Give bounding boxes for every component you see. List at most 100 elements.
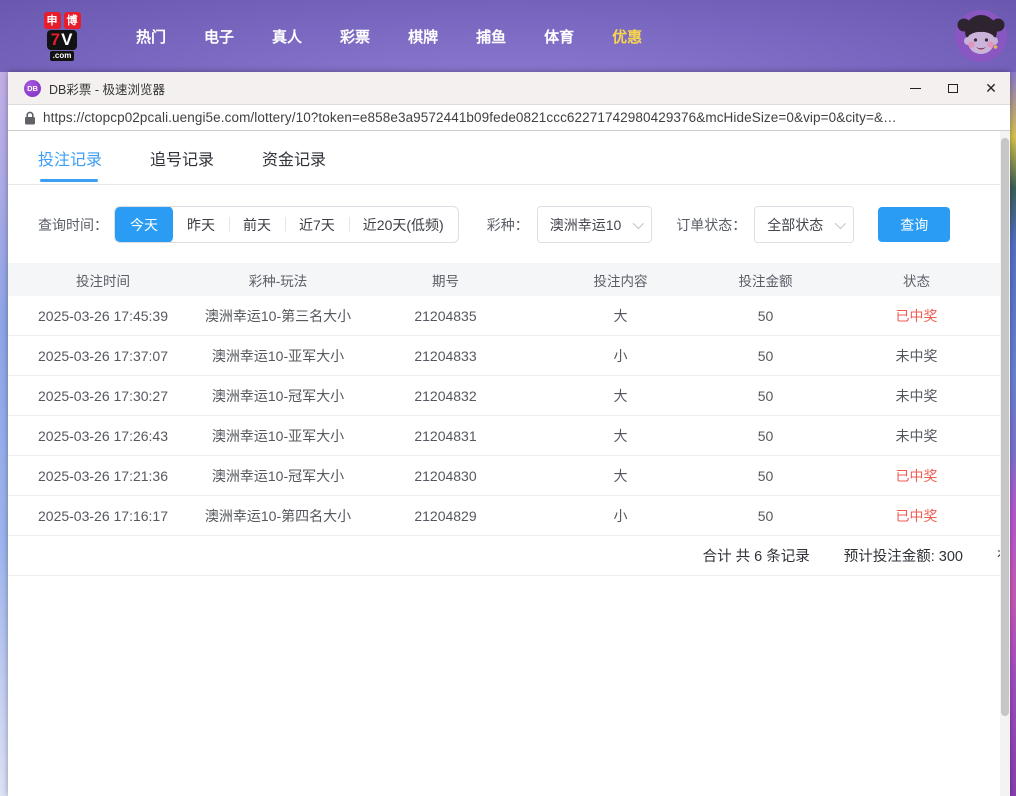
bet-records-table: 投注时间彩种-玩法期号投注内容投注金额状态 2025-03-26 17:45:3… [8, 263, 1010, 576]
status-cell: 未中奖 [823, 426, 1010, 446]
table-cell: 2025-03-26 17:16:17 [8, 508, 198, 524]
table-cell: 大 [533, 386, 708, 406]
column-header-3: 投注内容 [533, 270, 708, 290]
table-cell: 50 [708, 388, 823, 404]
nav-item-6[interactable]: 体育 [525, 16, 593, 57]
tab-label: 投注记录 [38, 146, 102, 170]
tab-bar: 投注记录 追号记录 资金记录 [8, 131, 1010, 185]
table-cell: 澳洲幸运10-冠军大小 [198, 466, 358, 486]
url-text: https://ctopcp02pcali.uengi5e.com/lotter… [43, 110, 897, 125]
table-cell: 小 [533, 346, 708, 366]
tab-bet-records[interactable]: 投注记录 [38, 131, 102, 185]
table-cell: 2025-03-26 17:37:07 [8, 348, 198, 364]
nav-item-4[interactable]: 棋牌 [389, 16, 457, 57]
query-button[interactable]: 查询 [878, 207, 950, 242]
lottery-select[interactable]: 澳洲幸运10 [537, 206, 653, 243]
column-header-0: 投注时间 [8, 270, 198, 290]
table-cell: 50 [708, 308, 823, 324]
scrollbar-thumb[interactable] [1001, 138, 1009, 716]
status-cell: 未中奖 [823, 386, 1010, 406]
table-row: 2025-03-26 17:45:39澳洲幸运10-第三名大小21204835大… [8, 296, 1010, 336]
nav-item-2[interactable]: 真人 [253, 16, 321, 57]
db-favicon: DB [24, 80, 41, 97]
url-bar[interactable]: https://ctopcp02pcali.uengi5e.com/lotter… [8, 104, 1010, 131]
time-filter-group: 今天昨天前天近7天近20天(低频) [114, 206, 459, 243]
backdrop-page-left-edge [0, 72, 8, 796]
nav-item-0[interactable]: 热门 [117, 16, 185, 57]
nav-item-5[interactable]: 捕鱼 [457, 16, 525, 57]
table-cell: 大 [533, 426, 708, 446]
table-cell: 50 [708, 348, 823, 364]
table-row: 2025-03-26 17:26:43澳洲幸运10-亚军大小21204831大5… [8, 416, 1010, 456]
window-titlebar[interactable]: DB DB彩票 - 极速浏览器 ✕ [8, 72, 1010, 104]
window-title: DB彩票 - 极速浏览器 [49, 79, 165, 98]
table-row: 2025-03-26 17:37:07澳洲幸运10-亚军大小21204833小5… [8, 336, 1010, 376]
table-cell: 大 [533, 466, 708, 486]
time-option-2[interactable]: 前天 [229, 206, 285, 243]
summary-expected-amount: 预计投注金额: 300 [844, 545, 963, 566]
status-cell: 已中奖 [823, 506, 1010, 526]
logo-com: .com [50, 51, 75, 61]
tab-fund-records[interactable]: 资金记录 [262, 131, 326, 185]
lottery-filter-label: 彩种： [487, 215, 529, 235]
tab-label: 追号记录 [150, 146, 214, 170]
table-cell: 50 [708, 508, 823, 524]
status-select-value: 全部状态 [767, 215, 823, 235]
table-cell: 50 [708, 428, 823, 444]
table-cell: 澳洲幸运10-冠军大小 [198, 386, 358, 406]
table-cell: 2025-03-26 17:30:27 [8, 388, 198, 404]
table-row: 2025-03-26 17:21:36澳洲幸运10-冠军大小21204830大5… [8, 456, 1010, 496]
tab-chase-records[interactable]: 追号记录 [150, 131, 214, 185]
table-header-row: 投注时间彩种-玩法期号投注内容投注金额状态 [8, 263, 1010, 296]
summary-total: 合计 共 6 条记录 [703, 545, 810, 566]
logo-char-2: 博 [64, 12, 81, 29]
nav-item-1[interactable]: 电子 [185, 16, 253, 57]
close-button[interactable]: ✕ [972, 72, 1010, 104]
table-cell: 21204829 [358, 508, 533, 524]
table-cell: 2025-03-26 17:26:43 [8, 428, 198, 444]
table-body: 2025-03-26 17:45:39澳洲幸运10-第三名大小21204835 大… [8, 296, 1010, 536]
summary-row: 合计 共 6 条记录 预计投注金额: 300 有效投注金额 [8, 536, 1010, 576]
browser-window: DB DB彩票 - 极速浏览器 ✕ https://ctopcp02pcali.… [8, 72, 1010, 796]
time-option-3[interactable]: 近7天 [285, 206, 349, 243]
column-header-5: 状态 [823, 270, 1010, 290]
table-cell: 澳洲幸运10-第三名大小 [198, 306, 358, 326]
page-content: 投注记录 追号记录 资金记录 查询时间： 今天昨天前天近7天近20天(低频) 彩… [8, 131, 1010, 796]
logo-char-1: 申 [44, 12, 61, 29]
table-cell: 澳洲幸运10-亚军大小 [198, 346, 358, 366]
table-cell: 2025-03-26 17:21:36 [8, 468, 198, 484]
table-cell: 澳洲幸运10-亚军大小 [198, 426, 358, 446]
status-cell: 已中奖 [823, 466, 1010, 486]
avatar-image [954, 9, 1008, 63]
table-cell: 澳洲幸运10-第四名大小 [198, 506, 358, 526]
table-row: 2025-03-26 17:30:27澳洲幸运10-冠军大小21204832大5… [8, 376, 1010, 416]
column-header-4: 投注金额 [708, 270, 823, 290]
tab-label: 资金记录 [262, 146, 326, 170]
minimize-button[interactable] [896, 72, 934, 104]
table-cell: 21204835 [358, 308, 533, 324]
logo-7v: 7V [47, 30, 78, 50]
lottery-select-value: 澳洲幸运10 [550, 215, 622, 235]
time-option-4[interactable]: 近20天(低频) [349, 206, 458, 243]
column-header-2: 期号 [358, 270, 533, 290]
time-option-0[interactable]: 今天 [115, 206, 173, 243]
nav-item-7[interactable]: 优惠 [593, 16, 661, 57]
site-logo[interactable]: 申 博 7V .com [35, 12, 89, 61]
status-select[interactable]: 全部状态 [754, 206, 854, 243]
maximize-button[interactable] [934, 72, 972, 104]
table-cell: 2025-03-26 17:45:39 [8, 308, 198, 324]
minimize-icon [910, 88, 921, 89]
table-cell: 50 [708, 468, 823, 484]
time-filter-label: 查询时间： [38, 215, 108, 235]
filter-bar: 查询时间： 今天昨天前天近7天近20天(低频) 彩种： 澳洲幸运10 订单状态：… [8, 185, 1010, 263]
user-avatar[interactable] [954, 9, 1008, 63]
status-filter-label: 订单状态： [676, 215, 746, 235]
status-cell: 已中奖 [823, 306, 1010, 326]
time-option-1[interactable]: 昨天 [173, 206, 229, 243]
table-row: 2025-03-26 17:16:17澳洲幸运10-第四名大小21204829小… [8, 496, 1010, 536]
chevron-down-icon [633, 217, 644, 228]
vertical-scrollbar[interactable] [1000, 131, 1010, 796]
backdrop-page-right-edge [1010, 72, 1016, 796]
maximize-icon [948, 84, 958, 93]
nav-item-3[interactable]: 彩票 [321, 16, 389, 57]
